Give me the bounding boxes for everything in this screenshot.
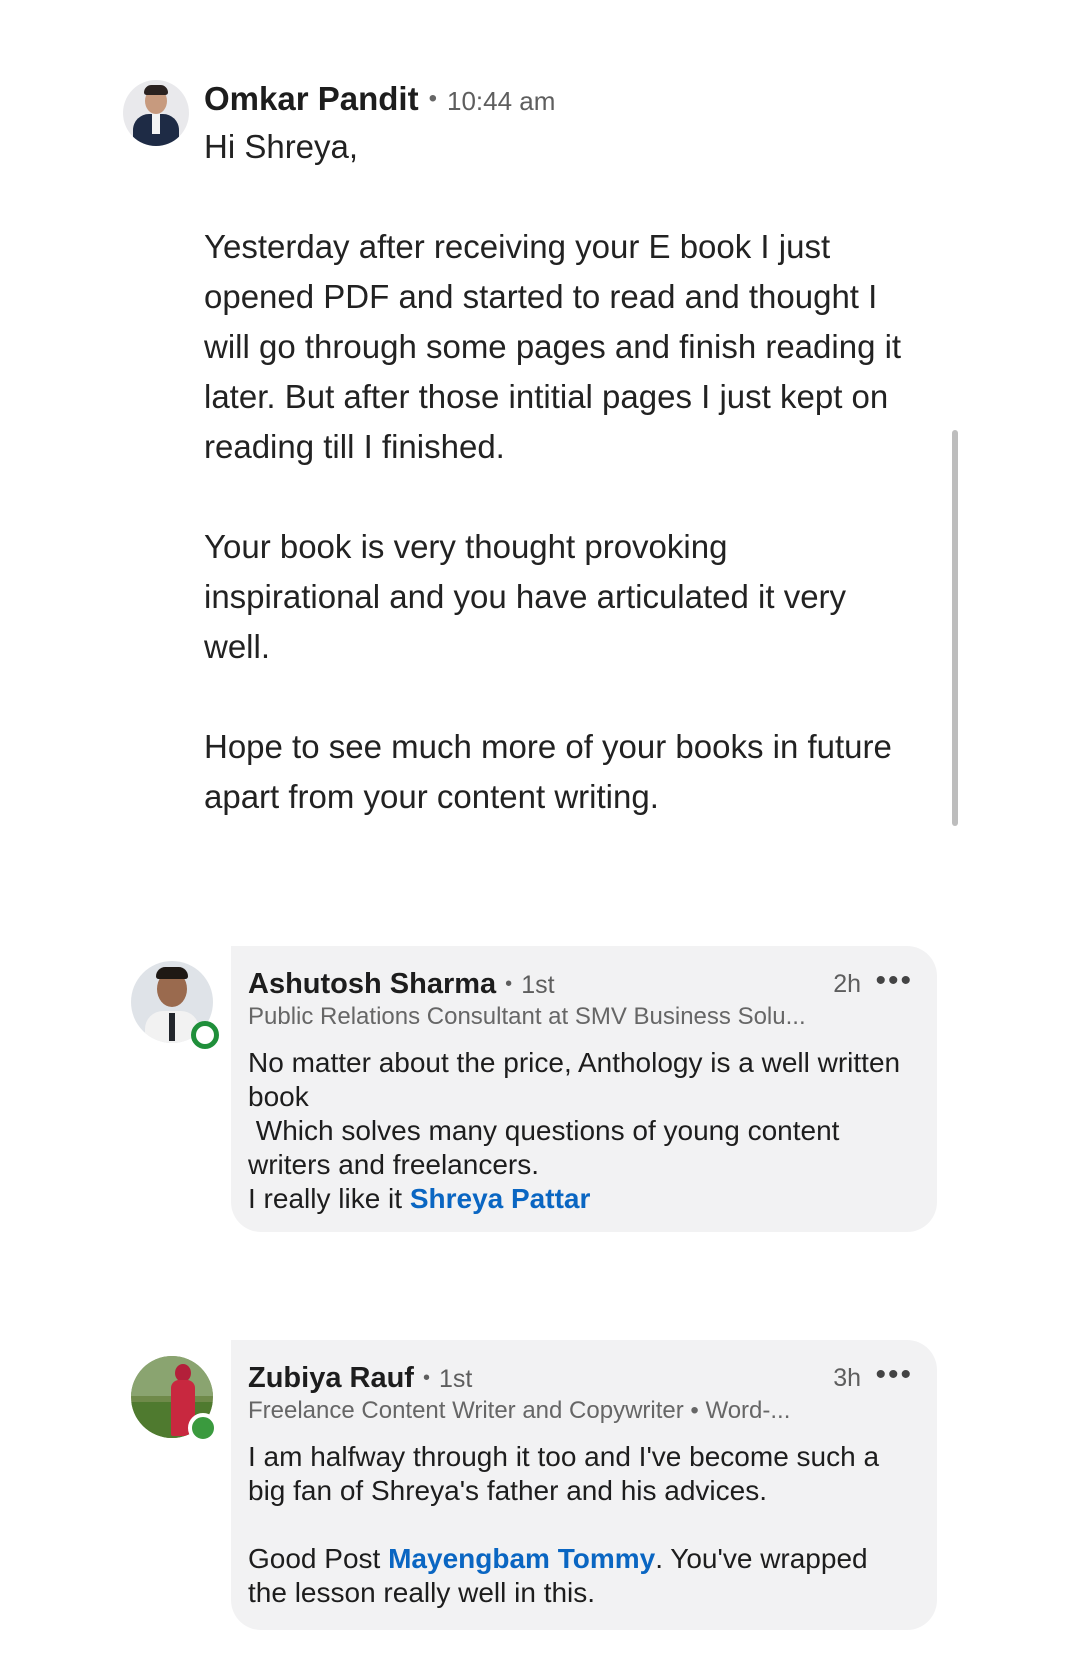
connection-degree: 1st [438,1365,473,1393]
comment-text: I am halfway through it too and I've bec… [248,1440,908,1610]
mention-link[interactable]: Shreya Pattar [410,1183,591,1214]
message-paragraph: Your book is very thought provoking insp… [204,528,847,665]
comment-line: I really like it Shreya Pattar [248,1182,908,1216]
commenter-name-row: Zubiya Rauf • 1st [248,1362,472,1395]
comment-line: No matter about the price, Anthology is … [248,1047,901,1112]
comment-line: Which solves many questions of young con… [248,1115,848,1180]
online-status-icon [188,1413,218,1443]
message-paragraph: Hi Shreya, [204,128,359,165]
comment-bubble: Zubiya Rauf • 1st 3h ••• Freelance Content… [231,1340,937,1630]
commenter-name[interactable]: Ashutosh Sharma [248,968,496,1000]
comment-line-text: Good Post [248,1543,389,1574]
sender-name[interactable]: Omkar Pandit [204,80,419,117]
mention-link[interactable]: Mayengbam Tommy [388,1543,655,1574]
comment-line: Good Post Mayengbam Tommy. You've wrappe… [248,1542,908,1610]
separator-dot: • [428,85,437,112]
message-body: Hi Shreya, Yesterday after receiving you… [204,122,904,872]
message-paragraph: Yesterday after receiving your E book I … [204,228,902,465]
commenter-name[interactable]: Zubiya Rauf [248,1362,414,1394]
comment-line: I am halfway through it too and I've bec… [248,1441,880,1506]
message-time: 10:44 am [446,86,556,116]
message-paragraph: Hope to see much more of your books in f… [204,728,892,815]
separator-dot: • [505,973,513,995]
commenter-headline: Freelance Content Writer and Copywriter … [248,1397,791,1424]
commenter-headline: Public Relations Consultant at SMV Busin… [248,1003,806,1030]
online-status-icon [191,1021,219,1049]
commenter-name-row: Ashutosh Sharma • 1st [248,968,555,1001]
more-options-icon[interactable]: ••• [875,964,913,998]
comment-line-text: I really like it [248,1183,410,1214]
scrollbar[interactable] [952,430,958,826]
connection-degree: 1st [521,971,555,999]
comment-time: 3h [833,1364,861,1392]
sender-avatar[interactable] [123,80,189,146]
comment-bubble: Ashutosh Sharma • 1st 2h ••• Public Relati… [231,946,937,1232]
more-options-icon[interactable]: ••• [875,1358,913,1392]
separator-dot: • [422,1367,430,1389]
comment-text: No matter about the price, Anthology is … [248,1046,908,1216]
comment-time: 2h [833,970,861,998]
message-header: Omkar Pandit • 10:44 am [204,80,555,118]
